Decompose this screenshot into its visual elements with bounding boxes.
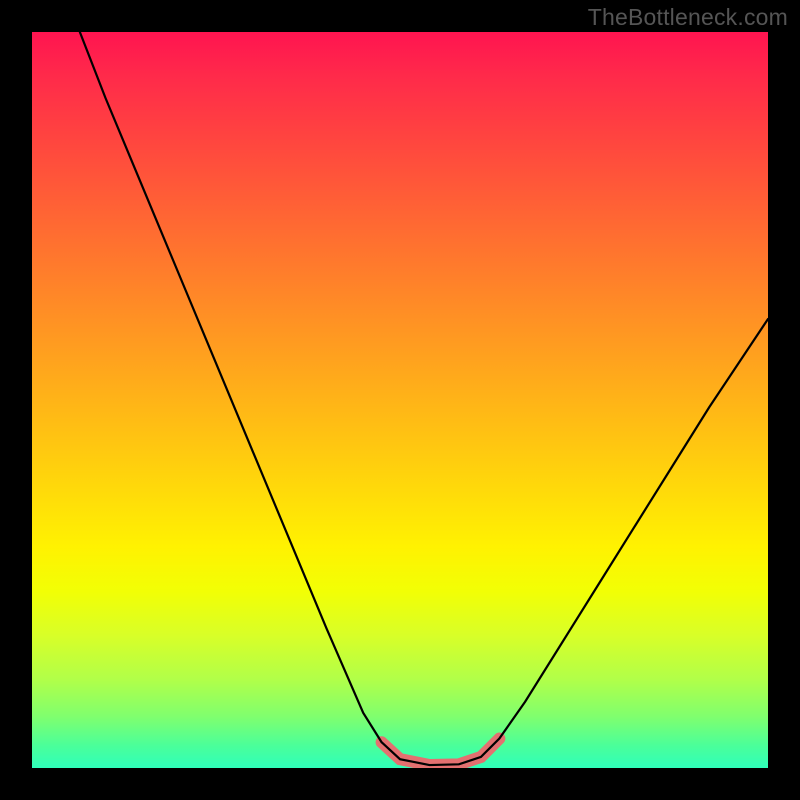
chart-svg xyxy=(32,32,768,768)
bottleneck-curve xyxy=(80,32,768,765)
optimal-zone-highlight xyxy=(382,739,500,766)
attribution-text: TheBottleneck.com xyxy=(588,4,788,31)
plot-area xyxy=(32,32,768,768)
